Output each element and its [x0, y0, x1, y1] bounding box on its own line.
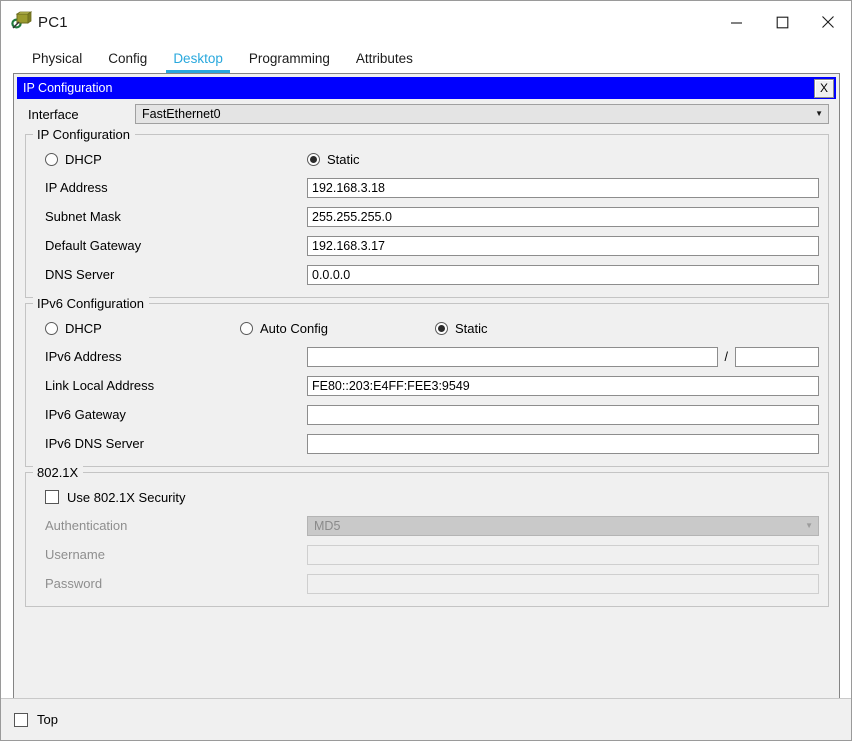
window-controls	[713, 1, 851, 43]
radio-selected-icon	[435, 321, 448, 335]
top-checkbox[interactable]: Top	[14, 712, 58, 727]
password-input	[307, 573, 819, 594]
ip-address-label: IP Address	[45, 180, 108, 195]
username-row: Username	[35, 540, 819, 569]
close-button[interactable]	[805, 1, 851, 43]
interface-row: Interface FastEthernet0 ▼	[25, 99, 829, 129]
ipv6-dns-server-row: IPv6 DNS Server	[35, 429, 819, 458]
dns-server-row: DNS Server 0.0.0.0	[35, 260, 819, 289]
subnet-mask-input[interactable]: 255.255.255.0	[307, 206, 819, 227]
subnet-mask-label: Subnet Mask	[45, 209, 121, 224]
top-checkbox-label: Top	[37, 712, 58, 727]
radio-icon	[45, 321, 58, 335]
maximize-icon	[776, 16, 788, 28]
radio-icon	[240, 321, 253, 335]
minimize-icon	[730, 21, 742, 24]
ipv6-configuration-legend: IPv6 Configuration	[33, 296, 149, 311]
tab-desktop[interactable]: Desktop	[160, 43, 236, 73]
ipv6-dhcp-option[interactable]: DHCP	[45, 321, 240, 336]
interface-selected-value: FastEthernet0	[142, 107, 221, 121]
use-dot1x-security-row: Use 802.1X Security	[35, 483, 819, 511]
default-gateway-input[interactable]: 192.168.3.17	[307, 235, 819, 256]
link-local-address-row: Link Local Address FE80::203:E4FF:FEE3:9…	[35, 371, 819, 400]
ipv4-static-label: Static	[327, 151, 360, 167]
dns-server-label: DNS Server	[45, 267, 115, 282]
ip-address-input[interactable]: 192.168.3.18	[307, 177, 819, 198]
password-label: Password	[45, 576, 103, 591]
dns-server-input[interactable]: 0.0.0.0	[307, 264, 819, 285]
ipv6-prefix-length-input[interactable]	[735, 346, 819, 367]
pc-device-icon	[10, 11, 33, 33]
use-dot1x-security-checkbox[interactable]: Use 802.1X Security	[45, 490, 186, 505]
ipv6-auto-config-option[interactable]: Auto Config	[240, 321, 435, 336]
ipv6-static-option[interactable]: Static	[435, 321, 488, 336]
window-title: PC1	[38, 13, 68, 31]
link-local-address-label: Link Local Address	[45, 378, 155, 393]
ipv4-static-option[interactable]: Static	[307, 152, 360, 167]
tab-attributes[interactable]: Attributes	[343, 43, 426, 73]
ipv6-gateway-label: IPv6 Gateway	[45, 407, 126, 422]
ipv6-dns-server-label: IPv6 DNS Server	[45, 436, 144, 451]
ipv4-dhcp-label: DHCP	[65, 151, 102, 167]
dot1x-group: 802.1X Use 802.1X Security Authenticatio…	[25, 465, 829, 607]
subnet-mask-row: Subnet Mask 255.255.255.0	[35, 202, 819, 231]
chevron-down-icon: ▼	[815, 109, 823, 118]
ipv6-gateway-input[interactable]	[307, 404, 819, 425]
chevron-down-icon: ▼	[805, 520, 813, 530]
username-label: Username	[45, 547, 105, 562]
dialog-close-button[interactable]: X	[814, 78, 834, 98]
dot1x-legend: 802.1X	[33, 465, 84, 480]
maximize-button[interactable]	[759, 1, 805, 43]
minimize-button[interactable]	[713, 1, 759, 43]
ipv6-dns-server-input[interactable]	[307, 433, 819, 454]
authentication-label: Authentication	[45, 518, 128, 533]
dialog-title: IP Configuration	[23, 80, 113, 95]
ipv6-prefix-separator: /	[724, 349, 728, 364]
interface-select[interactable]: FastEthernet0 ▼	[135, 104, 829, 124]
ipv6-auto-config-label: Auto Config	[260, 320, 328, 336]
dialog-body: Interface FastEthernet0 ▼ IP Configurati…	[17, 99, 836, 698]
ipv4-dhcp-option[interactable]: DHCP	[45, 152, 307, 167]
checkbox-icon	[14, 712, 28, 727]
ipv6-mode-row: DHCP Auto Config Static	[35, 314, 819, 342]
link-local-address-input[interactable]: FE80::203:E4FF:FEE3:9549	[307, 375, 819, 396]
close-icon	[822, 16, 834, 28]
authentication-select: MD5 ▼	[307, 515, 819, 536]
tab-bar: Physical Config Desktop Programming Attr…	[1, 43, 851, 73]
radio-icon	[45, 152, 58, 166]
dialog-spacer	[25, 607, 829, 698]
interface-label: Interface	[28, 106, 79, 122]
authentication-row: Authentication MD5 ▼	[35, 511, 819, 540]
dialog-title-bar: IP Configuration X	[17, 77, 836, 99]
default-gateway-label: Default Gateway	[45, 238, 142, 253]
ip-configuration-legend: IP Configuration	[33, 127, 135, 142]
username-input	[307, 544, 819, 565]
ipv6-gateway-row: IPv6 Gateway	[35, 400, 819, 429]
radio-selected-icon	[307, 152, 320, 166]
window-title-bar: PC1	[1, 1, 851, 43]
ipv4-mode-row: DHCP Static	[35, 145, 819, 173]
ip-address-row: IP Address 192.168.3.18	[35, 173, 819, 202]
authentication-selected-value: MD5	[314, 518, 341, 533]
tab-config[interactable]: Config	[95, 43, 160, 73]
ipv6-configuration-group: IPv6 Configuration DHCP Auto Config Stat…	[25, 296, 829, 467]
ip-configuration-group: IP Configuration DHCP Static IP Address …	[25, 127, 829, 298]
ip-configuration-dialog: IP Configuration X Interface FastEtherne…	[17, 77, 836, 698]
desktop-content-panel: IP Configuration X Interface FastEtherne…	[13, 73, 840, 698]
use-dot1x-security-label: Use 802.1X Security	[67, 489, 186, 505]
window-footer: Top	[1, 698, 851, 740]
pc-device-window: PC1 Physical Config Desktop Programming …	[0, 0, 852, 741]
password-row: Password	[35, 569, 819, 598]
ipv6-dhcp-label: DHCP	[65, 320, 102, 336]
tab-programming[interactable]: Programming	[236, 43, 343, 73]
tab-physical[interactable]: Physical	[19, 43, 95, 73]
default-gateway-row: Default Gateway 192.168.3.17	[35, 231, 819, 260]
ipv6-static-label: Static	[455, 320, 488, 336]
ipv6-address-input[interactable]	[307, 346, 718, 367]
ipv6-address-label: IPv6 Address	[45, 349, 122, 364]
ipv6-address-row: IPv6 Address /	[35, 342, 819, 371]
checkbox-icon	[45, 490, 59, 504]
